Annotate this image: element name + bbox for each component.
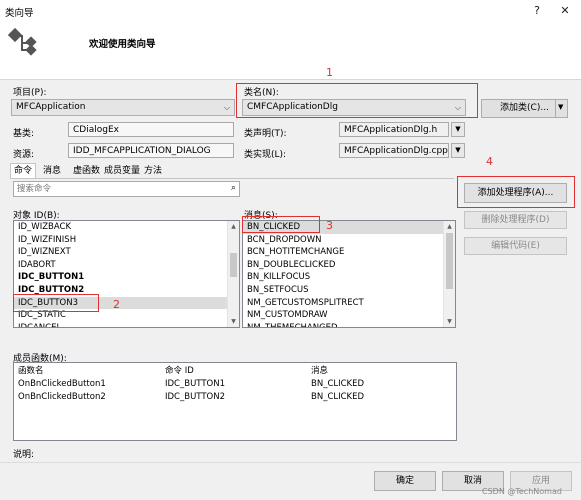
table-row[interactable]: OnBnClickedButton1 IDC_BUTTON1 BN_CLICKE… (14, 378, 456, 390)
search-icon[interactable]: ⌕ (231, 183, 236, 193)
list-item[interactable]: BCN_HOTITEMCHANGE (243, 246, 455, 259)
split-divider (555, 99, 556, 118)
members-header: 函数名 命令 ID 消息 (14, 365, 456, 377)
project-value: MFCApplication (16, 102, 86, 112)
wizard-header (0, 22, 581, 80)
row-message: BN_CLICKED (311, 379, 365, 389)
annotation-number-4: 4 (486, 155, 493, 168)
class-decl-field[interactable]: MFCApplicationDlg.h (339, 122, 449, 137)
row-message: BN_CLICKED (311, 392, 365, 402)
annotation-box-1 (236, 83, 478, 118)
class-wizard-icon (7, 26, 42, 60)
messages-scrollbar[interactable]: ▲ ▼ (443, 221, 455, 327)
list-item[interactable]: IDC_BUTTON1 (14, 271, 239, 284)
add-handler-button[interactable]: 添加处理程序(A)... (464, 183, 567, 203)
title-bar (0, 0, 581, 22)
add-class-dropdown-icon[interactable]: ▼ (558, 103, 563, 111)
members-table[interactable]: 函数名 命令 ID 消息 OnBnClickedButton1 IDC_BUTT… (13, 362, 457, 441)
list-item[interactable]: ID_WIZNEXT (14, 246, 239, 259)
scroll-down-icon[interactable]: ▼ (444, 316, 455, 327)
welcome-text: 欢迎使用类向导 (89, 39, 156, 50)
tab-underline (10, 178, 454, 179)
row-command-id: IDC_BUTTON1 (165, 379, 225, 389)
scroll-up-icon[interactable]: ▲ (228, 221, 239, 232)
class-impl-dropdown-icon[interactable]: ▼ (451, 143, 465, 158)
tab-messages[interactable]: 消息 (39, 163, 65, 178)
chevron-down-icon: ⌵ (223, 103, 230, 112)
edit-code-button[interactable]: 编辑代码(E) (464, 237, 567, 255)
list-item[interactable]: NM_GETCUSTOMSPLITRECT (243, 297, 455, 310)
row-command-id: IDC_BUTTON2 (165, 392, 225, 402)
list-item[interactable]: NM_CUSTOMDRAW (243, 309, 455, 322)
watermark: CSDN @TechNomad (482, 487, 562, 496)
help-button[interactable]: ? (525, 2, 549, 20)
class-impl-label: 类实现(L): (244, 150, 287, 160)
list-item[interactable]: BN_KILLFOCUS (243, 271, 455, 284)
list-item[interactable]: BN_DOUBLECLICKED (243, 259, 455, 272)
table-row[interactable]: OnBnClickedButton2 IDC_BUTTON2 BN_CLICKE… (14, 391, 456, 403)
resource-label: 资源: (13, 150, 35, 160)
annotation-box-2 (13, 294, 99, 312)
scroll-thumb[interactable] (446, 233, 453, 289)
column-header-message[interactable]: 消息 (311, 365, 328, 377)
list-item[interactable]: IDCANCEL (14, 322, 239, 327)
object-ids-scrollbar[interactable]: ▲ ▼ (227, 221, 239, 327)
row-function-name: OnBnClickedButton2 (18, 392, 106, 402)
annotation-box-3 (242, 216, 320, 233)
scroll-thumb[interactable] (230, 253, 237, 277)
base-class-label: 基类: (13, 129, 35, 139)
class-impl-field[interactable]: MFCApplicationDlg.cpp (339, 143, 449, 158)
messages-list[interactable]: BN_CLICKED BCN_DROPDOWN BCN_HOTITEMCHANGE B… (242, 220, 456, 328)
close-button[interactable]: ✕ (553, 2, 577, 20)
tab-commands[interactable]: 命令 (10, 163, 37, 179)
scroll-down-icon[interactable]: ▼ (228, 316, 239, 327)
tab-virtual-functions[interactable]: 虚函数 (69, 163, 104, 178)
class-decl-label: 类声明(T): (244, 129, 287, 139)
tab-methods[interactable]: 方法 (140, 163, 166, 178)
list-item[interactable]: IDABORT (14, 259, 239, 272)
scroll-up-icon[interactable]: ▲ (444, 221, 455, 232)
window-title: 类向导 (5, 8, 34, 19)
annotation-number-2: 2 (113, 298, 120, 311)
delete-handler-button[interactable]: 删除处理程序(D) (464, 211, 567, 229)
class-decl-dropdown-icon[interactable]: ▼ (451, 122, 465, 137)
column-header-command-id[interactable]: 命令 ID (165, 365, 194, 377)
base-class-field: CDialogEx (68, 122, 234, 137)
list-item[interactable]: ID_WIZBACK (14, 221, 239, 234)
search-box[interactable]: ⌕ (13, 181, 240, 197)
annotation-number-1: 1 (326, 66, 333, 79)
annotation-number-3: 3 (326, 219, 333, 232)
project-combo[interactable]: MFCApplication ⌵ (11, 99, 235, 116)
list-item[interactable]: BN_SETFOCUS (243, 284, 455, 297)
column-header-function[interactable]: 函数名 (18, 365, 44, 377)
ok-button[interactable]: 确定 (374, 471, 436, 491)
list-item[interactable]: ID_WIZFINISH (14, 234, 239, 247)
search-input[interactable] (14, 182, 217, 195)
footer-divider (0, 462, 581, 463)
list-item[interactable]: BCN_DROPDOWN (243, 234, 455, 247)
project-label: 项目(P): (13, 88, 47, 98)
row-function-name: OnBnClickedButton1 (18, 379, 106, 389)
resource-field: IDD_MFCAPPLICATION_DIALOG (68, 143, 234, 158)
tab-member-variables[interactable]: 成员变量 (100, 163, 144, 178)
description-label: 说明: (13, 450, 35, 460)
list-item[interactable]: NM_THEMECHANGED (243, 322, 455, 327)
